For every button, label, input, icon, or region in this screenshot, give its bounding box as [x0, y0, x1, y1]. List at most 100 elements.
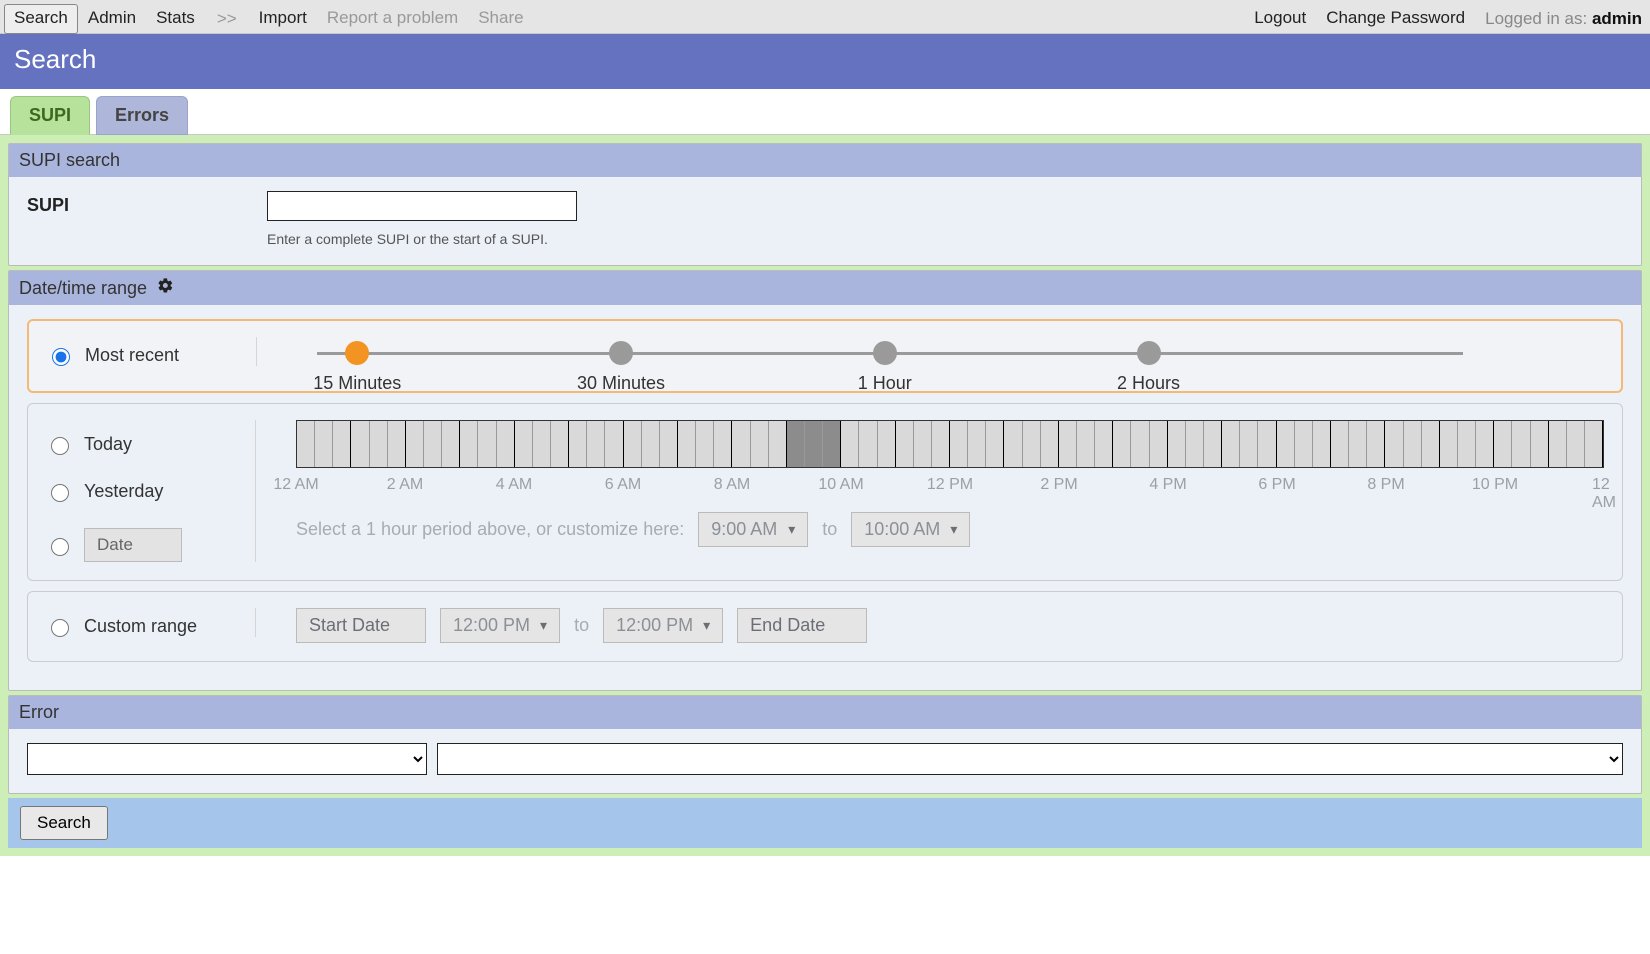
- timeline-cell[interactable]: [1204, 421, 1222, 467]
- timeline-cell[interactable]: [478, 421, 496, 467]
- timeline-cell[interactable]: [297, 421, 315, 467]
- timeline-cell[interactable]: [315, 421, 333, 467]
- custom-end-date[interactable]: End Date: [737, 608, 867, 643]
- timeline-cell[interactable]: [932, 421, 950, 467]
- timeline-cell[interactable]: [351, 421, 369, 467]
- radio-specific-date-input[interactable]: [51, 538, 69, 556]
- radio-today[interactable]: Today: [46, 434, 255, 455]
- timeline-cell[interactable]: [1077, 421, 1095, 467]
- timeline-cell[interactable]: [1131, 421, 1149, 467]
- timeline-cell[interactable]: [1331, 421, 1349, 467]
- timeline-cell[interactable]: [551, 421, 569, 467]
- radio-custom-range-input[interactable]: [51, 619, 69, 637]
- timeline-cell[interactable]: [1367, 421, 1385, 467]
- timeline-cell[interactable]: [460, 421, 478, 467]
- timeline-cell[interactable]: [1222, 421, 1240, 467]
- timeline-cell[interactable]: [1494, 421, 1512, 467]
- timeline-cell[interactable]: [1059, 421, 1077, 467]
- timeline-cell[interactable]: [1567, 421, 1585, 467]
- timeline-cell[interactable]: [1168, 421, 1186, 467]
- nav-report-problem[interactable]: Report a problem: [317, 4, 468, 34]
- timeline-cell[interactable]: [823, 421, 841, 467]
- radio-custom-range[interactable]: Custom range: [46, 616, 255, 637]
- slider-stop-30m[interactable]: [609, 341, 633, 365]
- period-to-select[interactable]: 10:00 AM ▾: [851, 512, 970, 547]
- timeline-cell[interactable]: [1240, 421, 1258, 467]
- timeline-cell[interactable]: [515, 421, 533, 467]
- search-button[interactable]: Search: [20, 806, 108, 840]
- period-from-select[interactable]: 9:00 AM ▾: [698, 512, 808, 547]
- timeline-cell[interactable]: [1458, 421, 1476, 467]
- tab-errors[interactable]: Errors: [96, 96, 188, 135]
- timeline-cell[interactable]: [660, 421, 678, 467]
- timeline-cell[interactable]: [696, 421, 714, 467]
- radio-today-input[interactable]: [51, 437, 69, 455]
- timeline-cell[interactable]: [497, 421, 515, 467]
- timeline-cell[interactable]: [1258, 421, 1276, 467]
- custom-start-date[interactable]: Start Date: [296, 608, 426, 643]
- timeline-cell[interactable]: [1549, 421, 1567, 467]
- timeline-cell[interactable]: [787, 421, 805, 467]
- nav-search[interactable]: Search: [4, 4, 78, 34]
- timeline-cell[interactable]: [370, 421, 388, 467]
- timeline-cell[interactable]: [1531, 421, 1549, 467]
- timeline-cell[interactable]: [1313, 421, 1331, 467]
- error-select-b[interactable]: [437, 743, 1623, 775]
- timeline-cell[interactable]: [569, 421, 587, 467]
- timeline-cell[interactable]: [968, 421, 986, 467]
- supi-input[interactable]: [267, 191, 577, 221]
- logout-link[interactable]: Logout: [1244, 4, 1316, 34]
- timeline-cell[interactable]: [587, 421, 605, 467]
- timeline-cell[interactable]: [333, 421, 351, 467]
- nav-import[interactable]: Import: [249, 4, 317, 34]
- timeline-cell[interactable]: [605, 421, 623, 467]
- nav-stats[interactable]: Stats: [146, 4, 205, 34]
- timeline-cell[interactable]: [841, 421, 859, 467]
- radio-specific-date[interactable]: Date: [46, 528, 255, 562]
- timeline-cell[interactable]: [950, 421, 968, 467]
- timeline-cell[interactable]: [1186, 421, 1204, 467]
- nav-share[interactable]: Share: [468, 4, 533, 34]
- timeline-cell[interactable]: [1277, 421, 1295, 467]
- timeline-cell[interactable]: [1585, 421, 1603, 467]
- timeline-cell[interactable]: [1440, 421, 1458, 467]
- nav-admin[interactable]: Admin: [78, 4, 146, 34]
- timeline-cell[interactable]: [442, 421, 460, 467]
- timeline-cell[interactable]: [678, 421, 696, 467]
- radio-most-recent[interactable]: Most recent: [47, 345, 256, 366]
- timeline-cell[interactable]: [914, 421, 932, 467]
- timeline-cell[interactable]: [859, 421, 877, 467]
- radio-yesterday-input[interactable]: [51, 484, 69, 502]
- tab-supi[interactable]: SUPI: [10, 96, 90, 135]
- most-recent-slider[interactable]: 15 Minutes 30 Minutes 1 Hour 2 Hours: [297, 337, 1603, 373]
- timeline-cell[interactable]: [1023, 421, 1041, 467]
- timeline-cell[interactable]: [732, 421, 750, 467]
- timeline-cell[interactable]: [1512, 421, 1530, 467]
- timeline-cell[interactable]: [986, 421, 1004, 467]
- timeline-cell[interactable]: [1004, 421, 1022, 467]
- timeline-cell[interactable]: [1476, 421, 1494, 467]
- timeline-cell[interactable]: [1404, 421, 1422, 467]
- slider-stop-15m[interactable]: [345, 341, 369, 365]
- timeline-cell[interactable]: [878, 421, 896, 467]
- timeline-cell[interactable]: [1150, 421, 1168, 467]
- timeline-cell[interactable]: [642, 421, 660, 467]
- timeline-cell[interactable]: [1385, 421, 1403, 467]
- timeline-cell[interactable]: [769, 421, 787, 467]
- gear-icon[interactable]: [157, 277, 174, 299]
- timeline-cell[interactable]: [533, 421, 551, 467]
- date-box[interactable]: Date: [84, 528, 182, 562]
- custom-end-time[interactable]: 12:00 PM ▾: [603, 608, 723, 643]
- timeline-cell[interactable]: [714, 421, 732, 467]
- slider-stop-2h[interactable]: [1137, 341, 1161, 365]
- error-select-a[interactable]: [27, 743, 427, 775]
- timeline-cell[interactable]: [1422, 421, 1440, 467]
- change-password-link[interactable]: Change Password: [1316, 4, 1475, 34]
- hour-timeline[interactable]: [296, 420, 1604, 468]
- timeline-cell[interactable]: [805, 421, 823, 467]
- timeline-cell[interactable]: [1041, 421, 1059, 467]
- timeline-cell[interactable]: [751, 421, 769, 467]
- timeline-cell[interactable]: [896, 421, 914, 467]
- timeline-cell[interactable]: [1349, 421, 1367, 467]
- timeline-cell[interactable]: [406, 421, 424, 467]
